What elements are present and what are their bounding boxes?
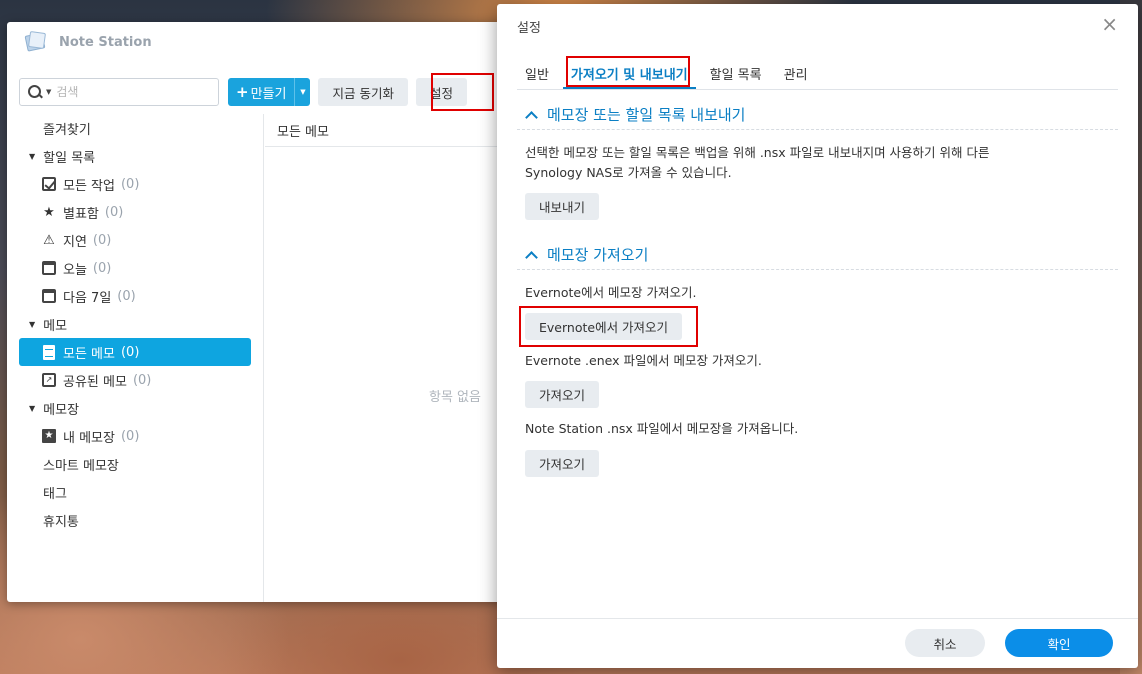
export-section-header[interactable]: 메모장 또는 할일 목록 내보내기 (517, 100, 1118, 130)
sidebar-item-smart-notebook[interactable]: 스마트 메모장 (7, 450, 263, 478)
memo-list-header: 모든 메모 (265, 114, 507, 147)
tab-general[interactable]: 일반 (517, 54, 557, 89)
item-count: (0) (120, 176, 140, 192)
item-count: (0) (120, 344, 140, 360)
search-input[interactable] (56, 85, 197, 99)
chevron-down-icon[interactable]: ▼ (46, 88, 51, 96)
chevron-up-icon (525, 249, 537, 261)
sidebar-item-label: 모든 작업 (63, 178, 115, 194)
notebook-star-icon: ★ (41, 428, 57, 444)
import-section-title: 메모장 가져오기 (547, 246, 649, 264)
sidebar-item-label: 공유된 메모 (63, 374, 127, 390)
star-icon: ★ (43, 204, 55, 220)
cancel-button[interactable]: 취소 (905, 629, 985, 657)
create-dropdown-button[interactable]: ▼ (294, 78, 310, 106)
ok-button[interactable]: 확인 (1005, 629, 1113, 657)
sidebar: 즐겨찾기 ▼ 할일 목록 모든 작업 (0) ★ 별표함 (0) ⚠ 지연 (0… (7, 114, 264, 602)
item-count: (0) (104, 204, 124, 220)
settings-dialog: 설정 × 일반 가져오기 및 내보내기 할일 목록 관리 메모장 또는 할일 목… (497, 4, 1138, 668)
sidebar-item-label: 내 메모장 (63, 430, 115, 446)
item-count: (0) (117, 288, 136, 304)
note-station-app-icon (24, 30, 47, 52)
sidebar-item-overdue[interactable]: ⚠ 지연 (0) (7, 226, 263, 254)
sidebar-item-label: 지연 (63, 234, 87, 250)
sidebar-item-today[interactable]: 오늘 (0) (7, 254, 263, 282)
main-toolbar: ▼ + 만들기 ▼ 지금 동기화 설정 (19, 77, 467, 107)
evernote-import-description: Evernote에서 메모장 가져오기. (525, 285, 697, 300)
caret-down-icon: ▼ (29, 319, 36, 329)
export-description-line2: Synology NAS로 가져올 수 있습니다. (525, 165, 732, 180)
search-icon[interactable] (28, 85, 42, 99)
sidebar-item-tags[interactable]: 태그 (7, 478, 263, 506)
sidebar-item-all-memos[interactable]: 모든 메모 (0) (19, 338, 251, 366)
create-label: 만들기 (250, 86, 287, 102)
note-icon (41, 344, 57, 360)
sidebar-item-shared-memos[interactable]: ↗ 공유된 메모 (0) (7, 366, 263, 394)
sidebar-item-label: 스마트 메모장 (43, 458, 119, 474)
empty-state-text: 항목 없음 (429, 390, 481, 405)
item-count: (0) (92, 232, 112, 248)
import-section-header[interactable]: 메모장 가져오기 (517, 240, 1118, 270)
shared-note-icon: ↗ (41, 372, 57, 388)
note-station-window: Note Station ▼ + 만들기 ▼ 지금 동기화 설정 즐겨찾기 ▼ … (7, 22, 507, 602)
caret-down-icon: ▼ (29, 403, 36, 413)
tab-management[interactable]: 관리 (776, 54, 816, 89)
export-section-title: 메모장 또는 할일 목록 내보내기 (547, 106, 746, 124)
memo-list-pane: 모든 메모 항목 없음 (265, 114, 507, 602)
sidebar-item-label: 오늘 (63, 262, 87, 278)
search-box[interactable]: ▼ (19, 78, 219, 106)
plus-icon: + (236, 83, 249, 101)
window-title: Note Station (59, 34, 152, 50)
import-nsx-button[interactable]: 가져오기 (525, 450, 600, 477)
settings-button[interactable]: 설정 (415, 78, 467, 106)
sidebar-group-label: 메모 (43, 318, 68, 334)
sidebar-item-next-7-days[interactable]: 다음 7일 (0) (7, 282, 263, 310)
dialog-title: 설정 (517, 21, 541, 36)
checkbox-icon (41, 176, 57, 192)
settings-tabs: 일반 가져오기 및 내보내기 할일 목록 관리 (517, 54, 1118, 90)
sidebar-group-notebook[interactable]: ▼ 메모장 (7, 394, 263, 422)
export-description: 선택한 메모장 또는 할일 목록은 백업을 위해 .nsx 파일로 내보내지며 … (525, 143, 990, 183)
sidebar-group-memo[interactable]: ▼ 메모 (7, 310, 263, 338)
sidebar-item-label: 휴지통 (43, 514, 79, 530)
tab-todo-list[interactable]: 할일 목록 (702, 54, 770, 89)
enex-import-description: Evernote .enex 파일에서 메모장 가져오기. (525, 353, 762, 368)
window-titlebar: Note Station (7, 22, 507, 62)
calendar-week-icon (41, 288, 57, 304)
export-button[interactable]: 내보내기 (525, 193, 600, 220)
sidebar-item-label: 즐겨찾기 (43, 122, 91, 138)
item-count: (0) (132, 372, 152, 388)
sidebar-item-my-notebook[interactable]: ★ 내 메모장 (0) (7, 422, 263, 450)
item-count: (0) (92, 260, 112, 276)
export-description-line1: 선택한 메모장 또는 할일 목록은 백업을 위해 .nsx 파일로 내보내지며 … (525, 145, 990, 160)
warning-icon: ⚠ (43, 232, 55, 248)
sidebar-item-starred[interactable]: ★ 별표함 (0) (7, 198, 263, 226)
import-from-evernote-button[interactable]: Evernote에서 가져오기 (525, 313, 683, 340)
sidebar-item-favorites[interactable]: 즐겨찾기 (7, 114, 263, 142)
sidebar-group-label: 할일 목록 (43, 150, 96, 166)
sync-now-button[interactable]: 지금 동기화 (318, 78, 408, 106)
calendar-icon (41, 260, 57, 276)
sidebar-item-label: 태그 (43, 486, 67, 502)
sidebar-item-trash[interactable]: 휴지통 (7, 506, 263, 534)
sidebar-item-label: 모든 메모 (63, 346, 115, 362)
sidebar-group-label: 메모장 (43, 402, 80, 418)
create-button-group: + 만들기 ▼ (228, 78, 311, 106)
dialog-footer: 취소 확인 (497, 618, 1138, 668)
close-icon[interactable]: × (1101, 14, 1118, 34)
tab-import-export[interactable]: 가져오기 및 내보내기 (562, 54, 696, 89)
sidebar-item-label: 별표함 (63, 206, 99, 222)
caret-down-icon: ▼ (29, 151, 36, 161)
chevron-up-icon (525, 109, 537, 121)
nsx-import-description: Note Station .nsx 파일에서 메모장을 가져옵니다. (525, 421, 799, 436)
sidebar-item-all-tasks[interactable]: 모든 작업 (0) (7, 170, 263, 198)
sidebar-group-todo[interactable]: ▼ 할일 목록 (7, 142, 263, 170)
create-button[interactable]: + 만들기 (228, 78, 294, 106)
import-enex-button[interactable]: 가져오기 (525, 381, 600, 408)
item-count: (0) (120, 428, 140, 444)
sidebar-item-label: 다음 7일 (63, 290, 112, 306)
